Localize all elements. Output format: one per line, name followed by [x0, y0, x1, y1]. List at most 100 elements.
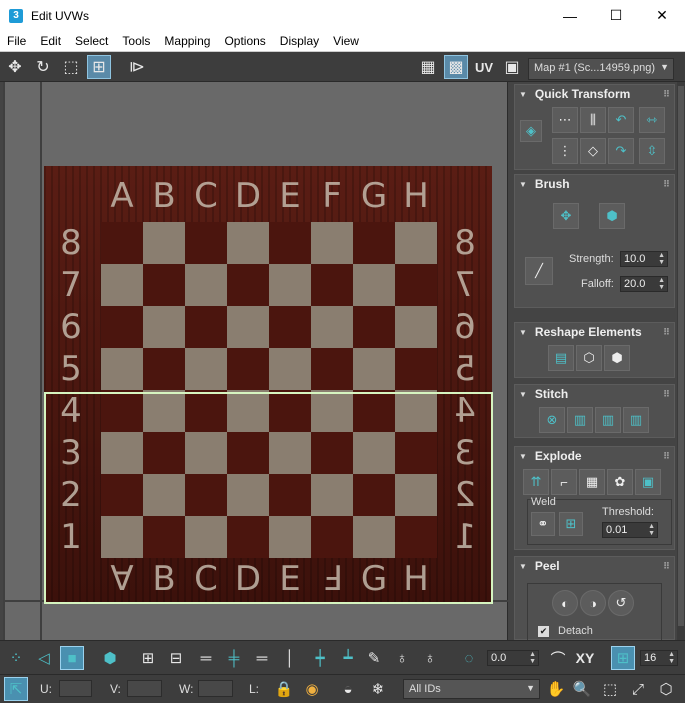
zoom-icon[interactable]: 🔍 — [570, 677, 594, 701]
menu-tools[interactable]: Tools — [115, 34, 157, 48]
rollout-header[interactable]: ▼ Quick Transform ⠿ — [515, 85, 674, 103]
straighten-icon[interactable]: ▤ — [548, 345, 574, 371]
weld-selected-icon[interactable]: ⚭ — [531, 512, 555, 536]
paint-select-icon[interactable]: ✎ — [362, 646, 386, 670]
rollout-header[interactable]: ▼ Explode ⠿ — [515, 447, 674, 465]
scale-icon[interactable]: ⬚ — [59, 55, 83, 79]
edge-select-icon[interactable]: ◁ — [32, 646, 56, 670]
spinner-arrows-icon[interactable]: ▲ ▼ — [648, 523, 655, 537]
shrink-selection-icon[interactable]: ⊟ — [164, 646, 188, 670]
quick-peel-icon[interactable]: ◐ — [552, 590, 578, 616]
align-pivot-icon[interactable]: ┿ — [308, 646, 332, 670]
space-vertical-icon[interactable]: ⫼ — [580, 107, 606, 133]
menu-options[interactable]: Options — [217, 34, 272, 48]
snap-pivot-icon[interactable]: ┷ — [336, 646, 360, 670]
rotate-angle-spinner[interactable]: 0.0 ▲ ▼ — [487, 650, 539, 666]
falloff-curve-icon[interactable]: ╱ — [525, 257, 553, 285]
freeze-icon[interactable]: ❄ — [366, 677, 390, 701]
absolute-transform-icon[interactable]: ⇱ — [4, 677, 28, 701]
material-id-dropdown[interactable]: All IDs ▼ — [403, 679, 540, 699]
ring-select-icon[interactable]: ╪ — [222, 646, 246, 670]
minimize-button[interactable]: — — [547, 0, 593, 31]
zoom-extents-icon[interactable]: ⤢ — [626, 677, 650, 701]
spinner-arrows-icon[interactable]: ▲ ▼ — [529, 651, 536, 665]
strength-spinner[interactable]: 10.0 ▲ ▼ — [620, 251, 668, 267]
weld-target-icon[interactable]: ⊞ — [559, 512, 583, 536]
v-input[interactable] — [127, 680, 162, 697]
u-input[interactable] — [59, 680, 92, 697]
loop-select-icon[interactable]: ═ — [194, 646, 218, 670]
align-horizontal-edge-icon[interactable]: ⇿ — [639, 107, 665, 133]
rollout-header[interactable]: ▼ Brush ⠿ — [515, 175, 674, 193]
uv-viewport[interactable]: A B C D E F G H ∀ B C D E Ⅎ G H 8 7 6 5 4 3 2 1 8 7 6 5 4 3 2 1 — [3, 82, 508, 640]
edge-loop-icon[interactable]: ═ — [250, 646, 274, 670]
align-vertical-edge-icon[interactable]: ⇳ — [639, 138, 665, 164]
drag-grip-icon[interactable]: ⠿ — [663, 89, 670, 100]
break-icon[interactable]: ⇈ — [523, 469, 549, 495]
pivot-icon[interactable]: ◈ — [520, 120, 542, 142]
drag-grip-icon[interactable]: ⠿ — [663, 327, 670, 338]
spinner-arrows-icon[interactable]: ▲ ▼ — [658, 252, 665, 266]
move-icon[interactable]: ✥ — [3, 55, 27, 79]
detach-checkbox[interactable]: ✔ — [538, 626, 549, 637]
stitch-custom-icon[interactable]: ⊗ — [539, 407, 565, 433]
menu-display[interactable]: Display — [273, 34, 326, 48]
grid-snap-icon[interactable]: ⊞ — [611, 646, 635, 670]
freeform-mode-icon[interactable]: ⊞ — [87, 55, 111, 79]
stitch-average-icon[interactable]: ▥ — [595, 407, 621, 433]
spinner-arrows-icon[interactable]: ▲ ▼ — [658, 277, 665, 291]
stitch-to-target-icon[interactable]: ▥ — [567, 407, 593, 433]
relax-icon[interactable]: ⬡ — [576, 345, 602, 371]
zoom-selected-icon[interactable]: ⬡ — [654, 677, 678, 701]
threshold-spinner[interactable]: 0.01 ▲ ▼ — [602, 522, 658, 538]
rotate-icon[interactable]: ↻ — [31, 55, 55, 79]
hide-icon[interactable]: ◉ — [300, 677, 324, 701]
rollout-header[interactable]: ▼ Reshape Elements ⠿ — [515, 323, 674, 341]
grid-size-spinner[interactable]: 16 ▲ ▼ — [640, 650, 678, 666]
vertex-select-icon[interactable]: ⁘ — [4, 646, 28, 670]
checker-pattern-icon[interactable]: ▦ — [416, 55, 440, 79]
rollout-header[interactable]: ▼ Stitch ⠿ — [515, 385, 674, 403]
relax-brush-icon[interactable]: ⬢ — [599, 203, 625, 229]
paint-move-icon[interactable]: ✥ — [553, 203, 579, 229]
rollout-header[interactable]: ▼ Peel ⠿ — [515, 557, 674, 575]
stitch-to-source-icon[interactable]: ▥ — [623, 407, 649, 433]
lock-icon[interactable]: 🔒 — [272, 677, 296, 701]
menu-select[interactable]: Select — [68, 34, 115, 48]
panel-scrollbar[interactable] — [677, 82, 685, 640]
explode-flatten-icon[interactable]: ▣ — [635, 469, 661, 495]
grow-selection-icon[interactable]: ⊞ — [136, 646, 160, 670]
paint-grow-icon[interactable]: ♁ — [390, 646, 414, 670]
space-horizontal-icon[interactable]: ◇ — [580, 138, 606, 164]
falloff-spinner[interactable]: 20.0 ▲ ▼ — [620, 276, 668, 292]
w-input[interactable] — [198, 680, 233, 697]
element-select-icon[interactable]: ⬢ — [98, 646, 122, 670]
pan-hand-icon[interactable]: ✋ — [544, 677, 568, 701]
drag-grip-icon[interactable]: ⠿ — [663, 561, 670, 572]
point-to-point-icon[interactable]: │ — [278, 646, 302, 670]
close-button[interactable]: ✕ — [639, 0, 685, 31]
maximize-button[interactable]: ☐ — [593, 0, 639, 31]
spinner-arrows-icon[interactable]: ▲ ▼ — [668, 651, 675, 665]
reset-peel-icon[interactable]: ↺ — [608, 590, 634, 616]
rotate-cw-icon[interactable]: ↷ — [608, 138, 634, 164]
align-horizontal-icon[interactable]: ⋯ — [552, 107, 578, 133]
rotate-ccw-icon[interactable]: ↶ — [608, 107, 634, 133]
xy-plane-label[interactable]: XY — [573, 646, 597, 670]
show-map-icon[interactable]: ▩ — [444, 55, 468, 79]
relax-settings-icon[interactable]: ⬢ — [604, 345, 630, 371]
paint-shrink-icon[interactable]: ♁ — [418, 646, 442, 670]
explode-by-smoothing-icon[interactable]: ⌐ — [551, 469, 577, 495]
zoom-region-icon[interactable]: ⬚ — [598, 677, 622, 701]
drag-grip-icon[interactable]: ⠿ — [663, 389, 670, 400]
menu-edit[interactable]: Edit — [33, 34, 68, 48]
drag-grip-icon[interactable]: ⠿ — [663, 179, 670, 190]
explode-by-material-icon[interactable]: ▦ — [579, 469, 605, 495]
menu-file[interactable]: File — [0, 34, 33, 48]
drag-grip-icon[interactable]: ⠿ — [663, 451, 670, 462]
uv-channel-label[interactable]: UV — [472, 55, 496, 79]
menu-view[interactable]: View — [326, 34, 366, 48]
explode-to-islands-icon[interactable]: ✿ — [607, 469, 633, 495]
map-settings-icon[interactable]: ▣ — [500, 55, 524, 79]
polygon-select-icon[interactable]: ■ — [60, 646, 84, 670]
